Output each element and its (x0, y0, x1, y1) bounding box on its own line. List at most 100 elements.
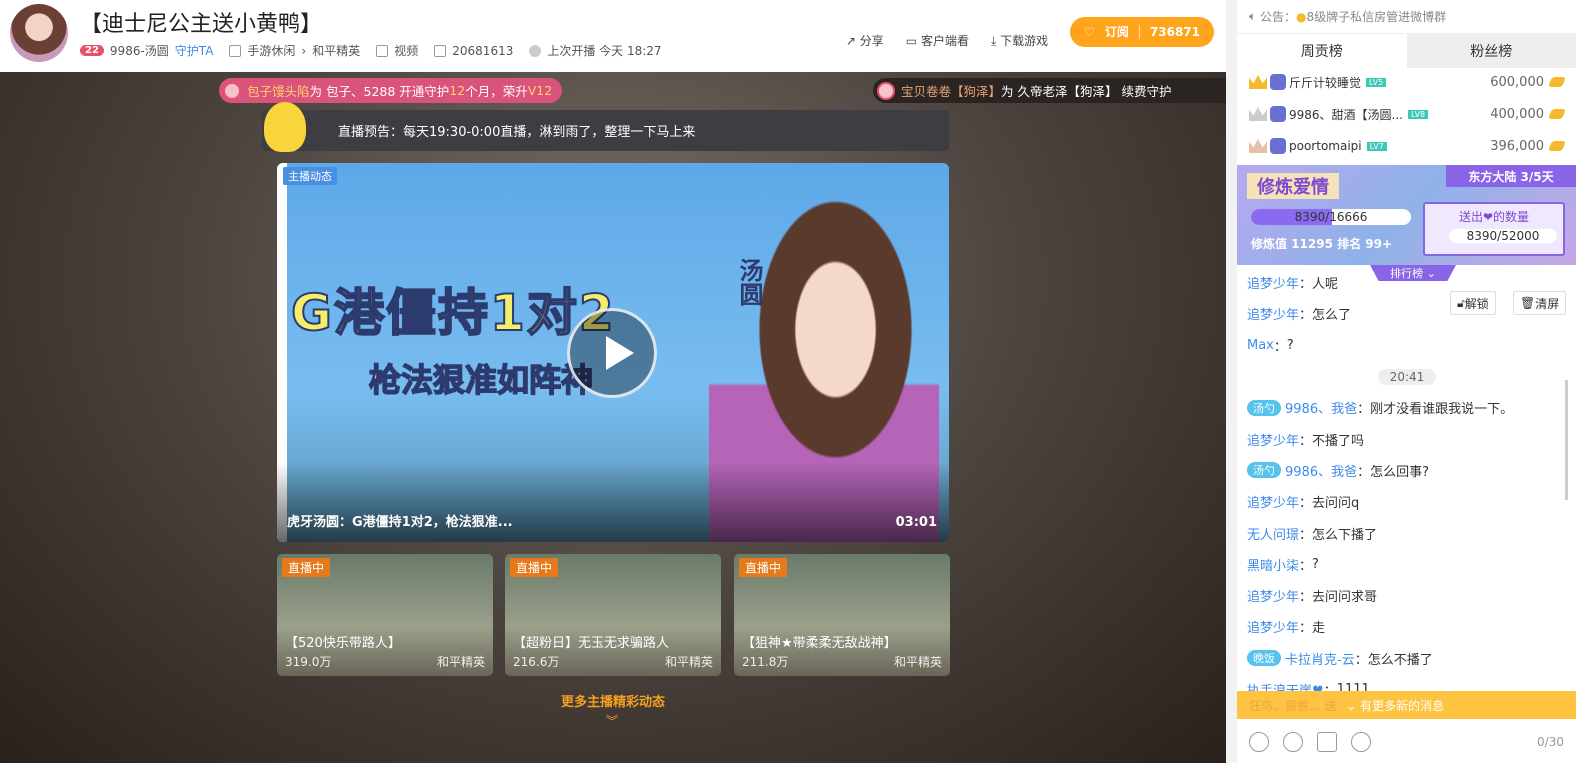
thumb-category: 和平精英 (893, 655, 942, 669)
chevron-down-icon[interactable]: ︾ (606, 712, 618, 729)
chat-scrollbar[interactable] (1565, 380, 1568, 500)
box-label: 送出❤的数量 (1458, 210, 1530, 224)
chat-text: 人呢 (1312, 277, 1339, 293)
rank-score: 600,000 (1490, 74, 1544, 90)
chat-message: 追梦少年：去问问q (1247, 486, 1567, 517)
streamer-name[interactable]: 9986-汤圆 (110, 42, 169, 59)
video-caption: 虎牙汤圆：G港僵持1对2，枪法狠准... (287, 515, 513, 530)
chat-message: 黑暗小柒：? (1247, 549, 1567, 580)
rank-row[interactable]: 9986、甜酒【汤圆... LV8 400,000 (1237, 98, 1576, 130)
subscribe-button[interactable]: ♡ 订阅 736871 (1070, 16, 1214, 47)
client-label: 客户端看 (920, 34, 969, 48)
colon: ： (1354, 652, 1368, 668)
rank-name: poortomaipi (1289, 139, 1362, 153)
chat-username[interactable]: 黑暗小柒 (1247, 555, 1299, 574)
video-tag: 主播动态 (283, 167, 337, 185)
palette-icon[interactable] (1283, 732, 1303, 752)
subcategory-link[interactable]: 和平精英 (312, 42, 360, 59)
divider (1138, 24, 1140, 39)
gift-text: 个月，荣升 (465, 84, 528, 99)
chat-message: 汤勺 9986、我爸：怎么回事? (1247, 455, 1567, 486)
new-messages-bar[interactable]: 狂鸟、兽兽... 送 ⌄ 有更多新的消息 (1237, 691, 1576, 719)
char-count: 0/30 (1537, 735, 1564, 749)
caption-gradient (277, 462, 949, 542)
emoji-icon[interactable] (1249, 732, 1269, 752)
event-progress: 8390/16666 (1251, 209, 1411, 225)
gift-level: V12 (527, 83, 553, 98)
chat-username[interactable]: 追梦少年 (1247, 304, 1299, 323)
video-link[interactable]: 视频 (394, 42, 418, 59)
fan-badge: 汤勺 (1247, 462, 1281, 479)
video-player[interactable]: G港僵持1对2 枪法狠准如阵神 汤圆 主播动态 虎牙汤圆：G港僵持1对2，枪法狠… (277, 163, 949, 542)
chat-username[interactable]: 追梦少年 (1247, 430, 1299, 449)
chat-username[interactable]: 卡拉肖克-云 (1285, 649, 1355, 668)
clear-button[interactable]: 🗑︎ 清屏 (1513, 291, 1567, 315)
chat-toolbar: 0/30 (1237, 722, 1576, 762)
rank-button[interactable]: 排行榜 ⌄ (1370, 265, 1456, 281)
font-icon[interactable] (1351, 732, 1371, 752)
subscribe-label: 订阅 (1104, 25, 1129, 39)
event-box: 送出❤的数量 8390/52000 (1423, 202, 1565, 256)
chat-text: 不播了吗 (1312, 433, 1365, 449)
live-thumbnail[interactable]: 直播中 【超粉日】无玉无求骗路人 216.6万 和平精英 (505, 554, 721, 676)
rank-name: 9986、甜酒【汤圆... (1289, 107, 1403, 122)
colon: ： (1299, 433, 1313, 449)
more-updates-link[interactable]: 更多主播精彩动态 (0, 691, 1226, 710)
bulb-icon: ● (1296, 9, 1307, 24)
rank-row[interactable]: poortomaipi LV7 396,000 (1237, 130, 1576, 162)
event-day: 东方大陆 3/5天 (1446, 165, 1576, 187)
video-title-art: G港僵持1对2 (290, 283, 616, 343)
chat-username[interactable]: Max (1247, 338, 1274, 353)
live-thumbnail[interactable]: 直播中 【狙神★带柔柔无敌战神】 211.8万 和平精英 (734, 554, 950, 676)
client-button[interactable]: ▭ 客户端看 (906, 32, 969, 49)
star-icon[interactable] (1317, 732, 1337, 752)
rank-score: 400,000 (1490, 106, 1544, 122)
header-actions: ↗ 分享 ▭ 客户端看 ⤓ 下载游戏 ♡ 订阅 736871 (846, 16, 1214, 49)
category-link[interactable]: 手游休闲 (247, 42, 295, 59)
chat-username[interactable]: 9986、我爸 (1285, 398, 1357, 417)
rank-row[interactable]: 斤斤计较睡觉 LV5 600,000 (1237, 66, 1576, 98)
chat-username[interactable]: 9986、我爸 (1285, 461, 1357, 480)
event-banner[interactable]: 修炼爱情 东方大陆 3/5天 8390/16666 修炼值 11295 排名 9… (1237, 165, 1576, 265)
fan-badge-icon (1270, 138, 1286, 154)
megaphone-icon: 🔈︎ (1249, 9, 1261, 23)
colon: ： (1299, 308, 1313, 324)
thumb-title: 【狙神★带柔柔无敌战神】 (742, 636, 897, 651)
chat-text: 怎么回事? (1370, 464, 1430, 480)
live-badge: 直播中 (282, 558, 331, 577)
live-badge: 直播中 (510, 558, 559, 577)
chat-message: 晚饭 卡拉肖克-云：怎么不播了 (1247, 643, 1567, 674)
thumb-title: 【520快乐带路人】 (285, 636, 401, 651)
chat-username[interactable]: 无人问璟 (1247, 524, 1299, 543)
chat-username[interactable]: 追梦少年 (1247, 492, 1299, 511)
unlock-button[interactable]: 🔓︎ 解锁 (1450, 291, 1496, 315)
rank-tabs: 周贡榜 粉丝榜 (1237, 34, 1576, 68)
fan-badge-icon (1270, 106, 1286, 122)
viewer-count: 319.0万 (285, 655, 332, 669)
chat-username[interactable]: 追梦少年 (1247, 273, 1299, 292)
chat-username[interactable]: 追梦少年 (1247, 586, 1299, 605)
side-panel: 🔈︎ 公告： ● 8级牌子私信房管进微博群 周贡榜 粉丝榜 斤斤计较睡觉 LV5 600,… (1237, 0, 1576, 763)
share-button[interactable]: ↗ 分享 (846, 32, 884, 49)
download-button[interactable]: ⤓ 下载游戏 (991, 32, 1048, 49)
chat-text: 走 (1312, 621, 1326, 637)
unlock-label: 解锁 (1464, 296, 1489, 311)
colon: ： (1299, 558, 1313, 574)
chat-list: 追梦少年：人呢 追梦少年：怎么了 Max：? 20:41 汤勺 9986、我爸：刚才没看谁… (1247, 267, 1567, 705)
tab-weekly[interactable]: 周贡榜 (1237, 34, 1407, 68)
trash-icon: 🗑︎ (1520, 296, 1536, 310)
guard-link[interactable]: 守护TA (175, 42, 214, 59)
chat-message: 20:41 (1247, 361, 1567, 392)
chat-message: 追梦少年：走 (1247, 611, 1567, 642)
id-icon (434, 44, 447, 57)
tab-fans[interactable]: 粉丝榜 (1406, 34, 1576, 68)
avatar[interactable] (10, 4, 68, 62)
colon: ： (1299, 527, 1313, 543)
gift-ticker: 狂鸟、兽兽... 送 (1249, 698, 1337, 713)
chat-username[interactable]: 追梦少年 (1247, 617, 1299, 636)
gift-banner: 包子馒头陷 为 包子、5288 开通守护 12 个月，荣升 V12 (219, 78, 563, 103)
room-header: 【迪士尼公主送小黄鸭】 22 9986-汤圆 守护TA 手游休闲 › 和平精英 视… (0, 0, 1226, 72)
main-area: 【迪士尼公主送小黄鸭】 22 9986-汤圆 守护TA 手游休闲 › 和平精英 视… (0, 0, 1226, 763)
play-button[interactable] (567, 308, 657, 398)
live-thumbnail[interactable]: 直播中 【520快乐带路人】 319.0万 和平精英 (277, 554, 493, 676)
